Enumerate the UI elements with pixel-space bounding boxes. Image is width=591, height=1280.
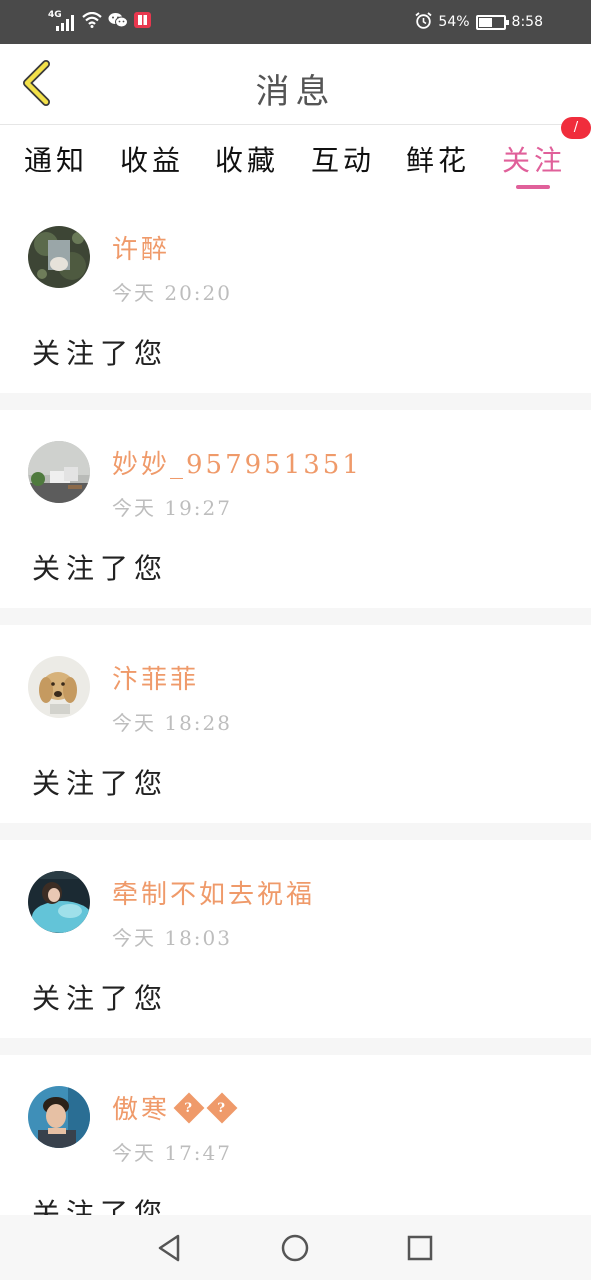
- battery-level: [478, 17, 492, 27]
- list-item[interactable]: 汴菲菲 今天 18:28 关注了您: [0, 625, 591, 823]
- battery-percent: 54%: [438, 14, 470, 30]
- tab-favorites[interactable]: 收藏: [215, 139, 279, 179]
- unknown-glyph-icon: ?: [206, 1092, 238, 1123]
- back-triangle-icon[interactable]: [152, 1231, 186, 1265]
- list-item[interactable]: 妙妙_957951351 今天 19:27 关注了您: [0, 410, 591, 608]
- message-text: 关注了您: [32, 337, 169, 370]
- tab-bar: 通知 收益 收藏 互动 鲜花 关注 /: [0, 117, 591, 195]
- status-left: 4G: [48, 10, 151, 34]
- tab-follows[interactable]: 关注: [502, 139, 566, 179]
- user-name[interactable]: 汴菲菲: [112, 659, 199, 696]
- avatar[interactable]: [28, 656, 90, 718]
- user-name-text: 傲寒: [112, 1095, 171, 1125]
- active-tab-indicator: [516, 185, 550, 189]
- timestamp: 今天 19:27: [112, 496, 232, 520]
- timestamp: 今天 18:28: [112, 711, 232, 735]
- tab-earnings[interactable]: 收益: [120, 139, 184, 179]
- message-text: 关注了您: [32, 982, 169, 1015]
- timestamp: 今天 18:03: [112, 926, 232, 950]
- notification-list[interactable]: 许醉 今天 20:20 关注了您 妙妙_957951351 今天 19:27 关…: [0, 195, 591, 1215]
- list-item[interactable]: 牵制不如去祝福 今天 18:03 关注了您: [0, 840, 591, 1038]
- app-notification-icon: [134, 12, 151, 32]
- home-circle-icon[interactable]: [278, 1231, 312, 1265]
- timestamp: 今天 20:20: [112, 281, 232, 305]
- user-name-text: 妙妙_957951351: [112, 450, 362, 480]
- user-name-text: 许醉: [112, 235, 171, 265]
- tab-flowers[interactable]: 鲜花: [406, 139, 470, 179]
- clock: 8:58: [511, 14, 543, 30]
- wifi-icon: [82, 11, 102, 32]
- page-title: 消息: [255, 72, 336, 112]
- user-name-text: 牵制不如去祝福: [112, 880, 316, 910]
- header: 消息: [0, 44, 591, 125]
- status-bar: 4G 54% 8:58: [0, 0, 591, 44]
- unknown-glyph-icon: ?: [173, 1092, 205, 1123]
- tab-notice[interactable]: 通知: [24, 139, 88, 179]
- avatar[interactable]: [28, 441, 90, 503]
- tab-interactions[interactable]: 互动: [311, 139, 375, 179]
- unread-badge: /: [561, 117, 591, 139]
- user-name[interactable]: 傲寒 ? ?: [112, 1089, 238, 1126]
- list-item[interactable]: 许醉 今天 20:20 关注了您: [0, 195, 591, 393]
- wechat-icon: [108, 12, 128, 32]
- message-text: 关注了您: [32, 767, 169, 800]
- timestamp: 今天 17:47: [112, 1141, 232, 1165]
- avatar[interactable]: [28, 871, 90, 933]
- list-item[interactable]: 傲寒 ? ? 今天 17:47 关注了您: [0, 1055, 591, 1215]
- message-text: 关注了您: [32, 1197, 169, 1215]
- unknown-glyph-mark: ?: [216, 1099, 228, 1116]
- avatar[interactable]: [28, 226, 90, 288]
- signal-icon: 4G: [48, 11, 76, 33]
- user-name[interactable]: 妙妙_957951351: [112, 444, 362, 481]
- battery-icon: [475, 14, 509, 30]
- user-name[interactable]: 牵制不如去祝福: [112, 874, 315, 911]
- avatar[interactable]: [28, 1086, 90, 1148]
- status-right: 54% 8:58: [415, 10, 543, 34]
- navigation-bar: [0, 1215, 591, 1280]
- alarm-icon: [415, 11, 432, 33]
- recents-square-icon[interactable]: [403, 1231, 437, 1265]
- message-text: 关注了您: [32, 552, 169, 585]
- user-name-text: 汴菲菲: [112, 665, 200, 695]
- unknown-glyph-mark: ?: [183, 1099, 195, 1116]
- user-name[interactable]: 许醉: [112, 229, 170, 266]
